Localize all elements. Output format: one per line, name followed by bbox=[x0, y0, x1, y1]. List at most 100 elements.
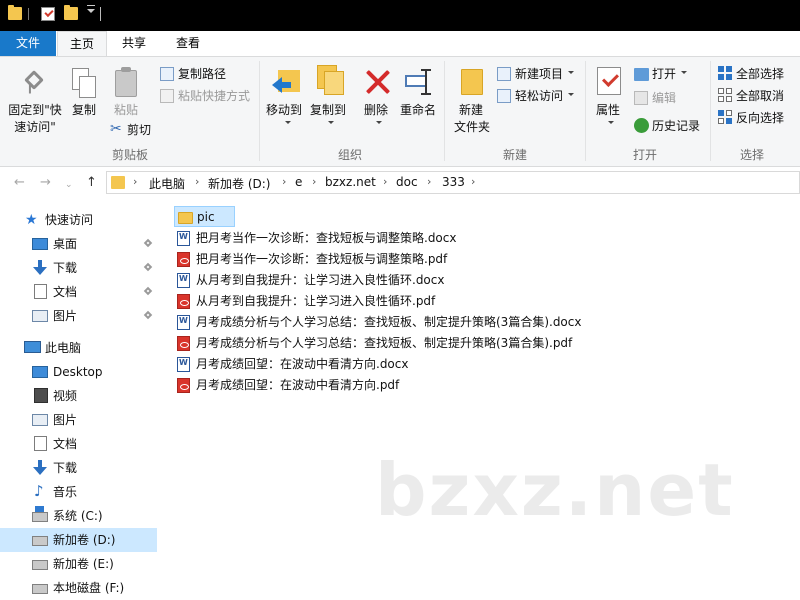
invert-selection-label: 反向选择 bbox=[736, 111, 785, 125]
nav-item-documents-pc[interactable]: 文档 bbox=[0, 432, 157, 456]
nav-item-pictures[interactable]: 图片 bbox=[0, 304, 157, 328]
easy-access-icon bbox=[497, 89, 511, 103]
scissors-icon: ✂ bbox=[110, 121, 122, 137]
tab-view[interactable]: 查看 bbox=[162, 31, 214, 56]
new-folder-quick-icon[interactable] bbox=[64, 5, 78, 20]
breadcrumb-item[interactable]: 333 bbox=[442, 175, 465, 189]
file-name: 从月考到自我提升：让学习进入良性循环.pdf bbox=[196, 294, 436, 308]
nav-item-drive-f[interactable]: 本地磁盘 (F:) bbox=[0, 576, 157, 600]
document-icon bbox=[34, 436, 47, 451]
breadcrumb-item[interactable]: 新加卷 (D:) bbox=[208, 175, 270, 192]
nav-label: Desktop bbox=[53, 365, 103, 379]
group-separator bbox=[710, 61, 711, 161]
nav-label: 新加卷 (E:) bbox=[53, 557, 114, 571]
desktop-icon bbox=[32, 238, 48, 250]
properties-quick-icon[interactable] bbox=[41, 7, 55, 21]
select-none-icon bbox=[718, 88, 732, 102]
nav-item-drive-d[interactable]: 新加卷 (D:) bbox=[0, 528, 157, 552]
chevron-down-icon bbox=[328, 121, 334, 124]
paste-shortcut-label: 粘贴快捷方式 bbox=[178, 89, 251, 103]
history-label: 历史记录 bbox=[652, 119, 701, 133]
pin-icon[interactable] bbox=[143, 262, 153, 272]
breadcrumb-item[interactable]: doc bbox=[396, 175, 418, 189]
nav-item-downloads-pc[interactable]: 下载 bbox=[0, 456, 157, 480]
download-icon bbox=[33, 460, 47, 475]
folder-icon bbox=[178, 212, 193, 224]
address-bar[interactable]: › 此电脑 › 新加卷 (D:) › e › bzxz.net › doc › … bbox=[106, 171, 800, 194]
select-all-icon bbox=[718, 66, 732, 80]
breadcrumb-item[interactable]: e bbox=[295, 175, 302, 189]
music-icon: ♪ bbox=[34, 482, 44, 500]
nav-item-downloads[interactable]: 下载 bbox=[0, 256, 157, 280]
nav-item-drive-c[interactable]: 系统 (C:) bbox=[0, 504, 157, 528]
select-group-label: 选择 bbox=[739, 148, 764, 162]
group-separator bbox=[444, 61, 445, 161]
nav-label: 桌面 bbox=[53, 237, 78, 251]
file-name: 从月考到自我提升：让学习进入良性循环.docx bbox=[196, 273, 445, 287]
recent-locations-chevron-icon[interactable]: ⌄ bbox=[65, 179, 73, 192]
open-icon bbox=[634, 68, 649, 81]
nav-quick-access[interactable]: ★ 快速访问 bbox=[0, 208, 157, 232]
chevron-right-icon[interactable]: › bbox=[427, 175, 431, 188]
nav-item-drive-e[interactable]: 新加卷 (E:) bbox=[0, 552, 157, 576]
pin-icon[interactable] bbox=[143, 286, 153, 296]
select-none-label: 全部取消 bbox=[736, 89, 785, 103]
easy-access-label: 轻松访问 bbox=[515, 89, 564, 103]
breadcrumb-item[interactable]: 此电脑 bbox=[149, 175, 185, 192]
nav-item-videos[interactable]: 视频 bbox=[0, 384, 157, 408]
nav-label: 快速访问 bbox=[45, 213, 94, 227]
chevron-down-icon bbox=[568, 71, 574, 74]
back-button[interactable]: ← bbox=[14, 176, 25, 189]
open-label: 打开 bbox=[652, 67, 677, 81]
pin-icon[interactable] bbox=[143, 238, 153, 248]
chevron-right-icon[interactable]: › bbox=[471, 175, 475, 188]
forward-button[interactable]: → bbox=[40, 176, 51, 189]
file-item-folder[interactable]: pic bbox=[174, 206, 235, 227]
chevron-right-icon[interactable]: › bbox=[195, 175, 199, 188]
customize-toolbar-icon[interactable] bbox=[87, 5, 95, 13]
chevron-right-icon[interactable]: › bbox=[133, 175, 137, 188]
nav-item-pictures-pc[interactable]: 图片 bbox=[0, 408, 157, 432]
nav-item-desktop-pc[interactable]: Desktop bbox=[0, 360, 157, 384]
pin-label-1: 固定到"快 bbox=[8, 103, 62, 117]
chevron-right-icon[interactable]: › bbox=[282, 175, 286, 188]
breadcrumb-item[interactable]: bzxz.net bbox=[325, 175, 376, 189]
file-name: 月考成绩回望：在波动中看清方向.docx bbox=[196, 357, 409, 371]
up-button[interactable]: ↑ bbox=[86, 176, 97, 189]
chevron-down-icon bbox=[376, 121, 382, 124]
computer-icon bbox=[24, 341, 41, 353]
copy-icon bbox=[72, 68, 96, 98]
edit-icon bbox=[634, 91, 648, 105]
new-item-icon bbox=[497, 67, 511, 81]
copy-to-icon bbox=[317, 65, 345, 95]
tab-home[interactable]: 主页 bbox=[57, 31, 107, 56]
nav-item-music[interactable]: ♪ 音乐 bbox=[0, 480, 157, 504]
nav-this-pc[interactable]: 此电脑 bbox=[0, 336, 157, 360]
nav-item-documents[interactable]: 文档 bbox=[0, 280, 157, 304]
drive-icon bbox=[32, 560, 48, 570]
nav-item-desktop[interactable]: 桌面 bbox=[0, 232, 157, 256]
paste-shortcut-icon bbox=[160, 89, 174, 103]
new-item-label: 新建项目 bbox=[515, 67, 564, 81]
tab-file[interactable]: 文件 bbox=[0, 31, 56, 56]
nav-label: 视频 bbox=[53, 389, 78, 403]
chevron-down-icon bbox=[608, 121, 614, 124]
folder-icon bbox=[111, 176, 125, 189]
ribbon: 固定到"快 速访问" 复制 粘贴 复制路径 粘贴快捷方式 ✂ 剪切 剪贴板 移动… bbox=[0, 56, 800, 167]
nav-label: 文档 bbox=[53, 437, 78, 451]
file-name: 月考成绩分析与个人学习总结：查找短板、制定提升策略(3篇合集).pdf bbox=[196, 336, 573, 350]
pdf-icon bbox=[177, 336, 190, 351]
word-document-icon bbox=[177, 315, 190, 330]
nav-label: 本地磁盘 (F:) bbox=[53, 581, 125, 595]
chevron-down-icon bbox=[568, 93, 574, 96]
pin-icon[interactable] bbox=[143, 310, 153, 320]
tab-share[interactable]: 共享 bbox=[108, 31, 160, 56]
pdf-icon bbox=[177, 294, 190, 309]
chevron-right-icon[interactable]: › bbox=[312, 175, 316, 188]
invert-selection-icon bbox=[718, 110, 732, 124]
clipboard-group-label: 剪贴板 bbox=[111, 148, 148, 162]
nav-label: 新加卷 (D:) bbox=[53, 533, 116, 547]
chevron-right-icon[interactable]: › bbox=[383, 175, 387, 188]
new-folder-label-1: 新建 bbox=[458, 103, 483, 117]
new-folder-icon bbox=[461, 69, 483, 95]
